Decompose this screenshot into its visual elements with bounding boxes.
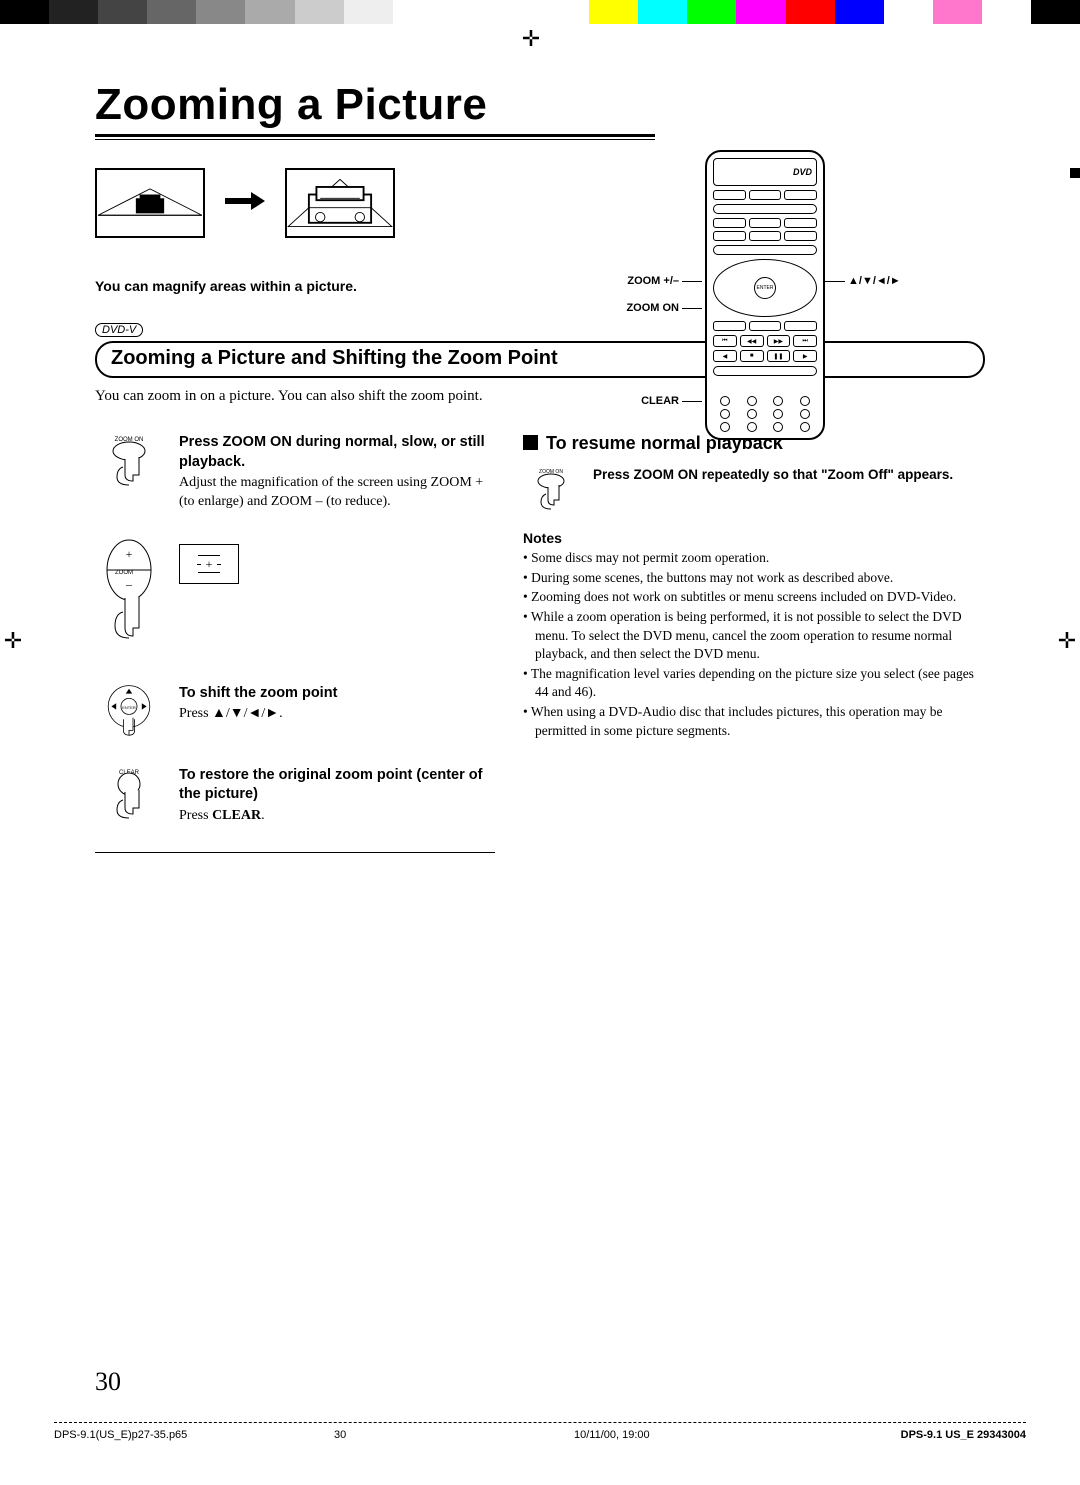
step1-heading: Press ZOOM ON during normal, slow, or st… — [179, 433, 495, 472]
dvd-v-badge: DVD-V — [95, 323, 143, 337]
note-item: Zooming does not work on subtitles or me… — [523, 588, 985, 607]
dpad-press-icon: ENTER — [95, 684, 163, 740]
car-far-icon — [95, 168, 205, 238]
step1-body: Adjust the magnification of the screen u… — [179, 475, 483, 509]
page-title: Zooming a Picture — [95, 80, 985, 130]
remote-label-zoom-on: ZOOM ON — [613, 302, 705, 314]
svg-text:ENTER: ENTER — [122, 705, 136, 710]
footer-file: DPS-9.1(US_E)p27-35.p65 — [54, 1429, 334, 1441]
note-item: Some discs may not permit zoom operation… — [523, 549, 985, 568]
zoom-pm-button-icon: + – ZOOM — [95, 538, 163, 658]
column-divider — [95, 852, 495, 853]
svg-text:+: + — [126, 547, 133, 561]
remote-label-zoom-pm: ZOOM +/– — [613, 275, 705, 287]
car-near-icon — [285, 168, 395, 238]
note-item: When using a DVD-Audio disc that include… — [523, 703, 985, 740]
remote-body: DVD ENTER ⏮◀◀▶▶⏭ ◀■❚❚▶ — [705, 150, 825, 440]
remote-display: DVD — [713, 158, 817, 186]
crop-mark-icon — [2, 630, 24, 652]
note-item: The magnification level varies depending… — [523, 665, 985, 702]
step3-body-c: . — [261, 808, 265, 823]
zoom-on-button-icon: ZOOM ON — [523, 466, 579, 514]
remote-label-arrows: ▲/▼/◄/► — [825, 275, 905, 287]
enter-button-icon: ENTER — [754, 277, 776, 299]
left-column: ZOOM ON Press ZOOM ON during normal, slo… — [95, 433, 495, 853]
dpad-icon: ENTER — [713, 259, 817, 317]
page-number: 30 — [95, 1367, 121, 1397]
notes-list: Some discs may not permit zoom operation… — [523, 549, 985, 740]
zoom-frame-icon: + — [179, 544, 239, 584]
step3-body-a: Press — [179, 808, 212, 823]
remote-illustration: DVD ENTER ⏮◀◀▶▶⏭ ◀■❚❚▶ ZOOM +/– ZOOM ON … — [615, 150, 895, 450]
svg-text:ZOOM: ZOOM — [115, 570, 133, 576]
crop-mark-icon — [520, 28, 542, 50]
step2-body: Press ▲/▼/◄/►. — [179, 706, 283, 721]
svg-text:–: – — [125, 577, 133, 591]
footer-doc-id: DPS-9.1 US_E 29343004 — [901, 1429, 1026, 1441]
arrow-right-icon — [223, 189, 267, 218]
resume-instruction: Press ZOOM ON repeatedly so that "Zoom O… — [593, 466, 985, 484]
print-footer: DPS-9.1(US_E)p27-35.p65 30 10/11/00, 19:… — [54, 1422, 1026, 1441]
crop-mark-icon — [1056, 630, 1078, 652]
edge-mark — [1070, 168, 1080, 178]
zoom-on-button-icon: ZOOM ON — [95, 433, 163, 489]
title-rule — [95, 134, 655, 140]
dvd-logo-icon: DVD — [793, 167, 812, 177]
footer-timestamp: 10/11/00, 19:00 — [574, 1429, 901, 1441]
clear-button-icon: CLEAR — [95, 766, 163, 822]
notes-heading: Notes — [523, 530, 985, 546]
step3-body-b: CLEAR — [212, 808, 261, 823]
remote-label-clear: CLEAR — [613, 395, 705, 407]
right-column: To resume normal playback ZOOM ON Press … — [523, 433, 985, 853]
note-item: While a zoom operation is being performe… — [523, 608, 985, 664]
plus-icon: + — [198, 555, 220, 573]
step2-heading: To shift the zoom point — [179, 684, 495, 704]
note-item: During some scenes, the buttons may not … — [523, 569, 985, 588]
footer-page: 30 — [334, 1429, 574, 1441]
print-calibration-strip — [0, 0, 1080, 24]
step3-heading: To restore the original zoom point (cent… — [179, 766, 495, 805]
